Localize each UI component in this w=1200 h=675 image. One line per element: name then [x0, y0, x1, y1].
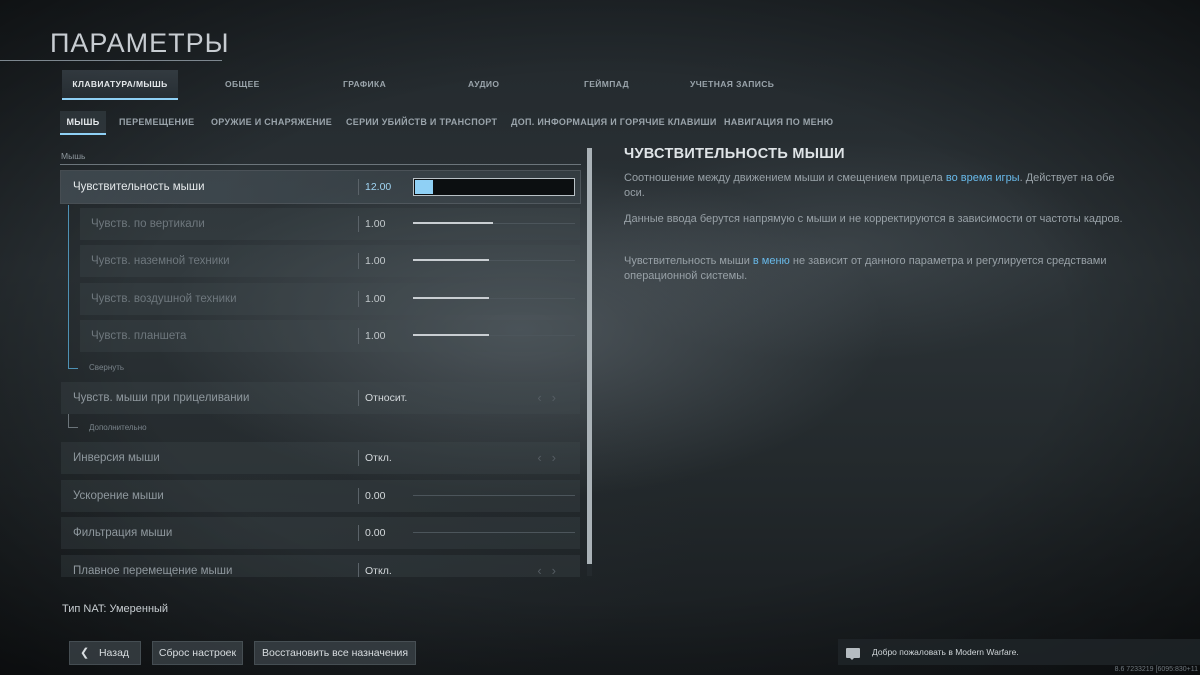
slider-fill [413, 259, 489, 261]
welcome-message[interactable]: Добро пожаловать в Modern Warfare. [838, 639, 1200, 665]
description-text: Соотношение между движением мыши и смеще… [624, 172, 946, 184]
tree-line [68, 205, 69, 368]
setting-mouse-filtering[interactable]: Фильтрация мыши 0.00 [61, 517, 580, 549]
advanced-link[interactable]: Дополнительно [89, 423, 147, 432]
description-paragraph: Данные ввода берутся напрямую с мыши и н… [624, 213, 1123, 225]
description-highlight: во время игры [945, 172, 1020, 184]
page-title: ПАРАМЕТРЫ [50, 28, 230, 58]
divider [358, 216, 359, 232]
setting-label: Чувств. мыши при прицеливании [73, 392, 250, 404]
tab-gamepad[interactable]: ГЕЙМПАД [584, 70, 629, 99]
setting-value: 12.00 [365, 181, 392, 193]
version-string: 8.6 7233219 [6095:830+11 [1114, 666, 1198, 673]
setting-air-vehicle-sensitivity[interactable]: Чувств. воздушной техники 1.00 [80, 283, 580, 315]
tree-line [68, 368, 78, 369]
subtab-weapons[interactable]: ОРУЖИЕ И СНАРЯЖЕНИЕ [211, 111, 332, 133]
slider-fill [413, 297, 489, 299]
setting-invert-mouse[interactable]: Инверсия мыши Откл. ‹› [61, 442, 580, 474]
divider [358, 328, 359, 344]
slider-fill [415, 180, 433, 194]
arrow-left-right-icon[interactable]: ‹› [537, 442, 566, 474]
collapse-link[interactable]: Свернуть [89, 363, 124, 372]
setting-label: Чувств. по вертикали [91, 218, 205, 230]
slider-fill [413, 222, 493, 224]
subtab-movement[interactable]: ПЕРЕМЕЩЕНИЕ [119, 111, 194, 133]
subtab-mouse[interactable]: МЫШЬ [60, 111, 106, 135]
subtab-extra-hotkeys[interactable]: ДОП. ИНФОРМАЦИЯ И ГОРЯЧИЕ КЛАВИШИ [511, 111, 717, 133]
divider [358, 525, 359, 541]
nat-type: Тип NAT: Умеренный [62, 603, 169, 615]
setting-label: Чувств. планшета [91, 330, 187, 342]
section-divider [60, 164, 581, 165]
setting-vertical-sensitivity[interactable]: Чувств. по вертикали 1.00 [80, 208, 580, 240]
setting-label: Чувств. воздушной техники [91, 293, 237, 305]
tab-keyboard-mouse[interactable]: КЛАВИАТУРА/МЫШЬ [62, 70, 178, 100]
divider [358, 390, 359, 406]
setting-value: 0.00 [365, 527, 386, 539]
setting-value: 0.00 [365, 490, 386, 502]
setting-label: Инверсия мыши [73, 452, 160, 464]
tree-line [68, 414, 69, 427]
arrow-left-right-icon[interactable]: ‹› [537, 382, 566, 414]
tab-audio[interactable]: АУДИО [468, 70, 499, 99]
setting-ads-sensitivity[interactable]: Чувств. мыши при прицеливании Относит. ‹… [61, 382, 580, 414]
setting-label: Фильтрация мыши [73, 527, 173, 539]
setting-tablet-sensitivity[interactable]: Чувств. планшета 1.00 [80, 320, 580, 352]
slider-track[interactable] [413, 532, 575, 533]
description-title: ЧУВСТВИТЕЛЬНОСТЬ МЫШИ [624, 146, 845, 162]
welcome-text: Добро пожаловать в Modern Warfare. [872, 647, 1019, 657]
chat-icon [846, 648, 860, 660]
setting-mouse-sensitivity[interactable]: Чувствительность мыши 12.00 [60, 170, 581, 204]
setting-value: 1.00 [365, 255, 386, 267]
title-underline [0, 60, 222, 61]
button-label: Назад [98, 647, 130, 659]
chevron-left-icon: ❮ [80, 647, 90, 659]
restore-bindings-button[interactable]: Восстановить все назначения [254, 641, 416, 665]
scrollbar-thumb[interactable] [587, 148, 592, 564]
setting-value: Относит. [365, 392, 408, 404]
divider [358, 253, 359, 269]
setting-value: 1.00 [365, 293, 386, 305]
tab-general[interactable]: ОБЩЕЕ [225, 70, 260, 99]
arrow-left-right-icon[interactable]: ‹› [537, 555, 566, 577]
divider [358, 563, 359, 577]
subtab-menu-navigation[interactable]: НАВИГАЦИЯ ПО МЕНЮ [724, 111, 833, 133]
setting-value: 1.00 [365, 330, 386, 342]
setting-label: Чувств. наземной техники [91, 255, 230, 267]
description-highlight: в меню [752, 255, 790, 267]
setting-ground-vehicle-sensitivity[interactable]: Чувств. наземной техники 1.00 [80, 245, 580, 277]
setting-label: Чувствительность мыши [73, 181, 205, 193]
sensitivity-slider[interactable] [413, 178, 575, 196]
tab-account[interactable]: УЧЕТНАЯ ЗАПИСЬ [690, 70, 774, 99]
setting-mouse-acceleration[interactable]: Ускорение мыши 0.00 [61, 480, 580, 512]
subtab-killstreaks[interactable]: СЕРИИ УБИЙСТВ И ТРАНСПОРТ [346, 111, 497, 133]
description-text: Чувствительность мыши [624, 255, 753, 267]
tree-line [68, 427, 78, 428]
divider [358, 488, 359, 504]
setting-label: Ускорение мыши [73, 490, 164, 502]
setting-value: 1.00 [365, 218, 386, 230]
back-button[interactable]: ❮ Назад [69, 641, 141, 665]
tab-graphics[interactable]: ГРАФИКА [343, 70, 386, 99]
slider-fill [413, 334, 489, 336]
description-paragraph: Соотношение между движением мыши и смеще… [624, 171, 1124, 200]
setting-mouse-smoothing[interactable]: Плавное перемещение мыши Откл. ‹› [61, 555, 580, 577]
reset-settings-button[interactable]: Сброс настроек [152, 641, 243, 665]
section-label: Мышь [61, 151, 86, 161]
divider [358, 291, 359, 307]
setting-label: Плавное перемещение мыши [73, 565, 233, 577]
divider [358, 179, 359, 195]
slider-track[interactable] [413, 495, 575, 496]
description-paragraph: Чувствительность мыши в меню не зависит … [624, 254, 1124, 283]
divider [358, 450, 359, 466]
setting-value: Откл. [365, 452, 392, 464]
setting-value: Откл. [365, 565, 392, 577]
